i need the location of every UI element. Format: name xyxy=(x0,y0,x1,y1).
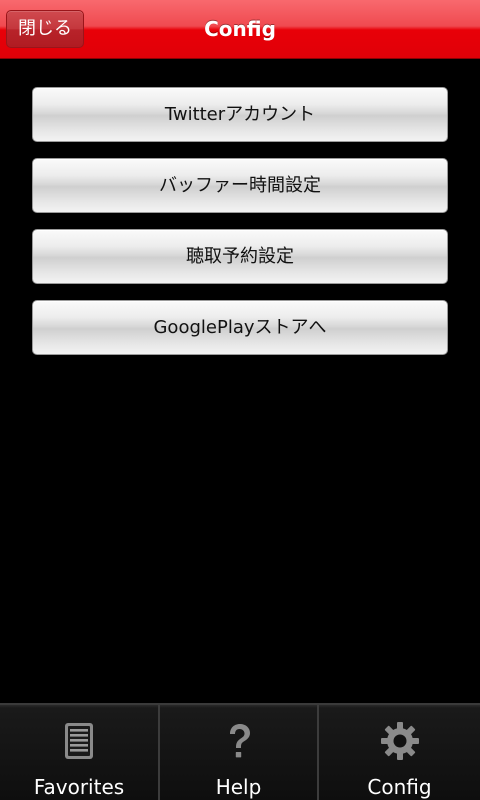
list-icon xyxy=(59,721,99,761)
tab-help-label: Help xyxy=(215,775,262,799)
tab-config[interactable]: Config xyxy=(319,705,480,800)
google-play-store-button[interactable]: GooglePlayストアへ xyxy=(32,300,448,355)
close-button[interactable]: 閉じる xyxy=(6,10,84,48)
buffer-time-settings-button[interactable]: バッファー時間設定 xyxy=(32,158,448,213)
tab-help[interactable]: Help xyxy=(160,705,319,800)
page-title: Config xyxy=(204,17,276,41)
listening-reservation-settings-button[interactable]: 聴取予約設定 xyxy=(32,229,448,284)
question-icon xyxy=(219,721,259,761)
tab-config-label: Config xyxy=(367,775,432,799)
gear-icon xyxy=(380,721,420,761)
bottom-tab-bar: Favorites Help Config xyxy=(0,703,480,800)
tab-favorites[interactable]: Favorites xyxy=(0,705,160,800)
header-bar: 閉じる Config xyxy=(0,0,480,59)
twitter-account-button[interactable]: Twitterアカウント xyxy=(32,87,448,142)
tab-favorites-label: Favorites xyxy=(33,775,125,799)
config-screen: 閉じる Config Twitterアカウント バッファー時間設定 聴取予約設定… xyxy=(0,0,480,800)
config-menu: Twitterアカウント バッファー時間設定 聴取予約設定 GooglePlay… xyxy=(32,87,448,355)
